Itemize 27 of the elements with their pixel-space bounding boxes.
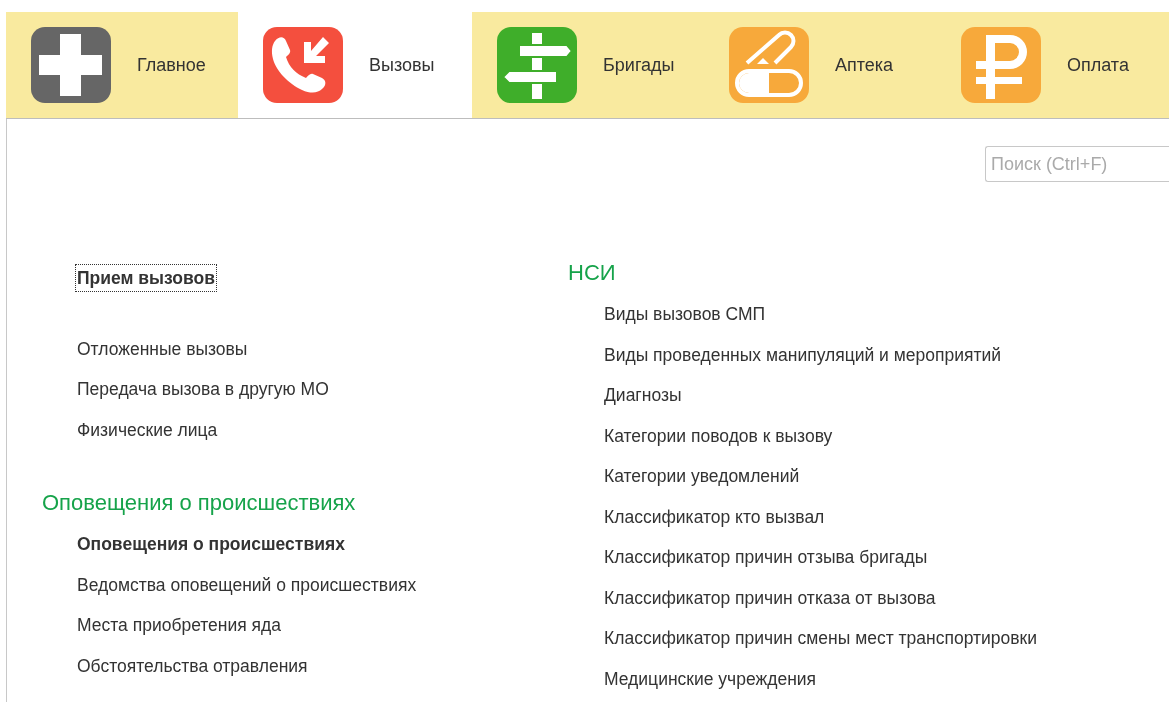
ruble-icon — [961, 27, 1041, 103]
nav-link[interactable]: Оповещения о происшествиях — [76, 531, 346, 558]
nav-link[interactable]: Отложенные вызовы — [76, 335, 249, 362]
cross-icon — [31, 27, 111, 103]
nav-link[interactable]: Места приобретения яда — [76, 612, 283, 639]
pill-capsule-icon — [729, 27, 809, 103]
nav-link[interactable]: Виды проведенных манипуляций и мероприятий — [603, 341, 1002, 368]
nav-link[interactable]: Физические лица — [76, 416, 219, 443]
nav-link[interactable]: Виды вызовов СМП — [603, 301, 767, 328]
nav-link[interactable]: Категории уведомлений — [603, 463, 801, 490]
nav-link[interactable]: Классификатор причин смены мест транспортировки — [603, 625, 1038, 652]
nav-link[interactable]: Передача вызова в другую МО — [76, 376, 330, 403]
section-heading: НСИ — [568, 258, 616, 287]
nav-link[interactable]: Медицинские учреждения — [603, 665, 818, 692]
search-field[interactable]: Поиск (Ctrl+F) — [985, 146, 1169, 182]
nav-link[interactable]: Обстоятельства отравления — [76, 652, 309, 679]
nav-link[interactable]: Классификатор кто вызвал — [603, 503, 826, 530]
section-heading: Оповещения о происшествиях — [42, 488, 356, 517]
nav-link[interactable]: Ведомства оповещений о происшествиях — [76, 571, 418, 598]
nav-link[interactable]: Классификатор причин отказа от вызова — [603, 584, 937, 611]
nav-link[interactable]: Классификатор причин отзыва бригады — [603, 544, 929, 571]
nav-link[interactable]: Категории поводов к вызову — [603, 422, 834, 449]
nav-link[interactable]: Прием вызовов — [76, 265, 216, 292]
section-tab[interactable]: Вызовы — [238, 12, 472, 118]
signpost-icon — [497, 27, 577, 103]
phone-icon — [263, 27, 343, 103]
nav-link[interactable]: Диагнозы — [603, 382, 683, 409]
